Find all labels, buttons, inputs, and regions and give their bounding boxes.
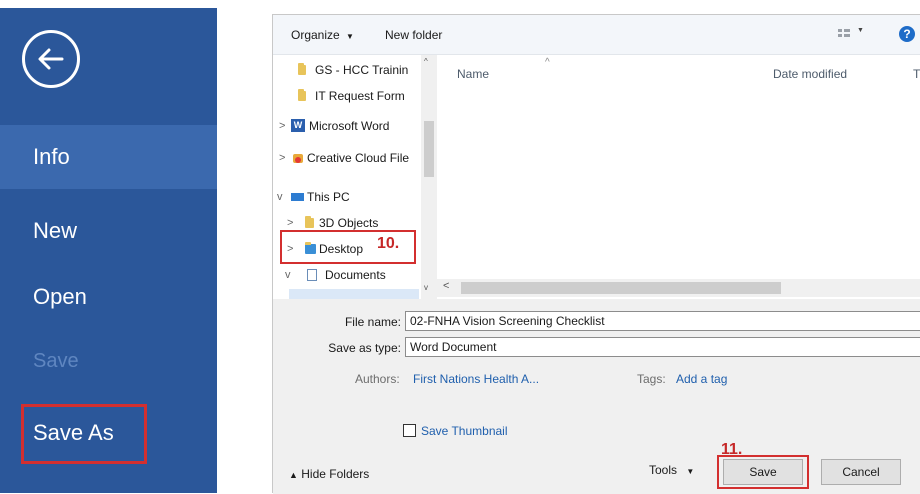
tags-label: Tags: xyxy=(637,372,666,386)
new-folder-button[interactable]: New folder xyxy=(385,28,442,42)
folder-icon xyxy=(298,63,306,75)
nav-item-label: IT Request Form xyxy=(315,89,405,103)
backstage-item-save[interactable]: Save xyxy=(0,329,217,393)
chevron-down-icon[interactable]: v xyxy=(277,184,283,210)
nav-item-label: Documents xyxy=(325,268,386,282)
save-type-label: Save as type: xyxy=(328,341,401,355)
column-header-date-modified[interactable]: Date modified xyxy=(773,67,847,81)
chevron-right-icon[interactable]: > xyxy=(279,145,285,171)
help-icon[interactable]: ? xyxy=(899,26,915,42)
organize-label: Organize xyxy=(291,28,340,42)
word-icon: W xyxy=(291,119,305,132)
backstage-item-new[interactable]: New xyxy=(0,199,217,263)
chevron-down-icon: ▼ xyxy=(346,32,354,41)
folder-icon xyxy=(298,89,306,101)
nav-item-documents[interactable]: v Documents xyxy=(273,262,423,288)
nav-item-gs-hcc[interactable]: GS - HCC Trainin xyxy=(273,57,423,83)
nav-pane-scrollbar[interactable]: ^ v xyxy=(421,55,437,299)
save-as-highlight-box xyxy=(21,404,147,464)
file-name-input[interactable]: 02-FNHA Vision Screening Checklist xyxy=(405,311,920,331)
save-type-select[interactable]: Word Document xyxy=(405,337,920,357)
column-header-name[interactable]: Name xyxy=(457,67,489,81)
nav-item-microsoft-word[interactable]: > W Microsoft Word xyxy=(273,113,423,139)
nav-item-this-pc[interactable]: v This PC xyxy=(273,184,423,210)
documents-icon xyxy=(307,269,317,281)
nav-item-label: GS - HCC Trainin xyxy=(315,63,409,77)
backstage-panel: Info New Open Save Save As xyxy=(0,8,217,493)
backstage-item-open[interactable]: Open xyxy=(0,265,217,329)
nav-item-label: Creative Cloud File xyxy=(307,151,410,165)
file-list-scrollbar[interactable]: < xyxy=(437,279,920,297)
dialog-toolbar: Organize ▼ New folder ▼ ? xyxy=(273,15,920,55)
nav-item-label: This PC xyxy=(307,190,350,204)
folder-icon xyxy=(305,216,314,228)
scroll-left-icon[interactable]: < xyxy=(443,280,449,292)
hide-folders-label: Hide Folders xyxy=(301,467,370,481)
pc-icon xyxy=(291,193,304,201)
file-name-label: File name: xyxy=(344,315,401,329)
creative-cloud-icon xyxy=(293,154,303,163)
nav-item-it-request[interactable]: IT Request Form xyxy=(273,83,423,109)
file-list-scroll-thumb[interactable] xyxy=(461,282,781,294)
nav-item-creative-cloud[interactable]: > Creative Cloud File xyxy=(273,145,423,171)
save-thumbnail-checkbox[interactable] xyxy=(403,424,416,437)
nav-pane-scroll-thumb[interactable] xyxy=(424,121,434,177)
nav-item-partial xyxy=(289,289,419,299)
tools-label: Tools xyxy=(649,463,678,477)
save-button-highlight-box xyxy=(717,455,809,489)
chevron-down-icon: ▼ xyxy=(686,467,695,476)
view-chevron-icon[interactable]: ▼ xyxy=(857,27,864,34)
save-as-dialog: Organize ▼ New folder ▼ ? GS - HCC Train… xyxy=(272,14,920,494)
view-options-icon[interactable] xyxy=(837,27,851,41)
backstage-item-info[interactable]: Info xyxy=(0,125,217,189)
cancel-button[interactable]: Cancel xyxy=(821,459,901,485)
scroll-down-icon[interactable]: v xyxy=(424,283,428,292)
save-form-area: File name: 02-FNHA Vision Screening Chec… xyxy=(273,299,920,494)
save-thumbnail-label: Save Thumbnail xyxy=(421,424,508,438)
back-arrow-circle-icon xyxy=(38,48,64,70)
chevron-up-icon: ▲ xyxy=(289,470,298,480)
authors-value[interactable]: First Nations Health A... xyxy=(413,372,539,386)
organize-button[interactable]: Organize ▼ xyxy=(291,28,354,42)
chevron-right-icon[interactable]: > xyxy=(279,113,285,139)
sort-caret-icon: ^ xyxy=(545,57,550,68)
back-button[interactable] xyxy=(22,30,80,88)
file-list[interactable]: Name ^ Date modified T xyxy=(437,55,920,285)
hide-folders-button[interactable]: ▲ Hide Folders xyxy=(289,467,369,481)
scroll-up-icon[interactable]: ^ xyxy=(424,57,428,66)
column-header-type[interactable]: T xyxy=(913,67,920,81)
tags-input[interactable]: Add a tag xyxy=(676,372,727,386)
chevron-down-icon[interactable]: v xyxy=(285,262,291,288)
step-10-annotation: 10. xyxy=(377,235,400,252)
authors-label: Authors: xyxy=(355,372,400,386)
tools-button[interactable]: Tools ▼ xyxy=(649,463,694,477)
nav-item-label: Microsoft Word xyxy=(309,119,390,133)
